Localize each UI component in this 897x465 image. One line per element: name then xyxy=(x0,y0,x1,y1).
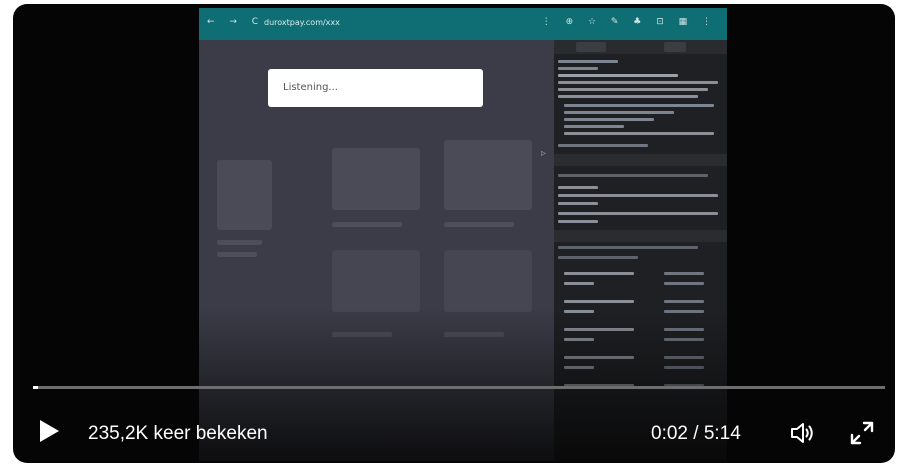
time-display: 0:02 / 5:14 xyxy=(651,423,741,444)
code-line xyxy=(558,194,718,197)
console-tab-bar xyxy=(554,230,727,242)
code-line xyxy=(558,60,618,63)
code-line xyxy=(564,111,674,114)
browser-nav-glyphs: ← → C xyxy=(207,17,265,27)
listening-popup: Listening... xyxy=(268,69,483,107)
console-line xyxy=(664,272,704,275)
code-line xyxy=(564,118,654,121)
popup-text: Listening... xyxy=(283,82,338,93)
devtools-tab xyxy=(664,42,686,52)
page-blur-line xyxy=(217,252,257,257)
code-line xyxy=(558,256,638,259)
browser-toolbar-glyphs: ⋮ ⊕ ☆ ✎ ♣ ⊡ ▦ ⋮ xyxy=(541,17,717,27)
fullscreen-icon[interactable] xyxy=(848,419,876,447)
code-line xyxy=(558,174,708,177)
code-line xyxy=(558,67,598,70)
video-frame[interactable]: ← → C duroxtpay.com/xxx ⋮ ⊕ ☆ ✎ ♣ ⊡ ▦ ⋮ … xyxy=(199,8,727,461)
code-line xyxy=(564,132,714,135)
page-card-blur xyxy=(444,250,532,312)
code-line xyxy=(558,220,598,223)
code-line xyxy=(558,74,678,77)
code-line xyxy=(564,125,624,128)
progress-fill xyxy=(33,386,39,389)
devtools-tab xyxy=(576,42,606,52)
styles-tab-bar xyxy=(554,154,727,166)
console-line xyxy=(664,300,704,303)
code-line xyxy=(558,81,718,84)
code-line xyxy=(558,88,708,91)
code-line xyxy=(558,212,718,215)
console-line xyxy=(564,300,634,303)
code-line xyxy=(564,104,714,107)
page-card-blur xyxy=(444,140,532,210)
video-player[interactable]: ← → C duroxtpay.com/xxx ⋮ ⊕ ☆ ✎ ♣ ⊡ ▦ ⋮ … xyxy=(13,4,895,463)
page-blur-line xyxy=(332,222,402,227)
controls-gradient xyxy=(199,308,727,461)
code-line xyxy=(558,186,598,189)
console-line xyxy=(664,282,704,285)
volume-icon[interactable] xyxy=(789,420,815,446)
console-line xyxy=(564,282,594,285)
page-blur-line xyxy=(217,240,262,245)
view-count: 235,2K keer bekeken xyxy=(88,423,268,444)
mouse-cursor-icon: ▹ xyxy=(541,148,547,159)
page-card-blur xyxy=(332,148,420,210)
play-icon[interactable] xyxy=(40,420,59,442)
page-card-blur xyxy=(332,250,420,312)
code-line xyxy=(558,246,698,249)
page-sidebar-blur xyxy=(217,160,272,230)
code-line xyxy=(558,144,648,147)
browser-address-bar: ← → C duroxtpay.com/xxx ⋮ ⊕ ☆ ✎ ♣ ⊡ ▦ ⋮ xyxy=(199,8,727,40)
devtools-tabs xyxy=(554,40,727,54)
code-line xyxy=(558,95,698,98)
code-line xyxy=(558,202,598,205)
console-line xyxy=(564,272,634,275)
progress-bar[interactable] xyxy=(33,386,885,389)
page-blur-line xyxy=(444,222,514,227)
browser-url: duroxtpay.com/xxx xyxy=(264,18,340,27)
